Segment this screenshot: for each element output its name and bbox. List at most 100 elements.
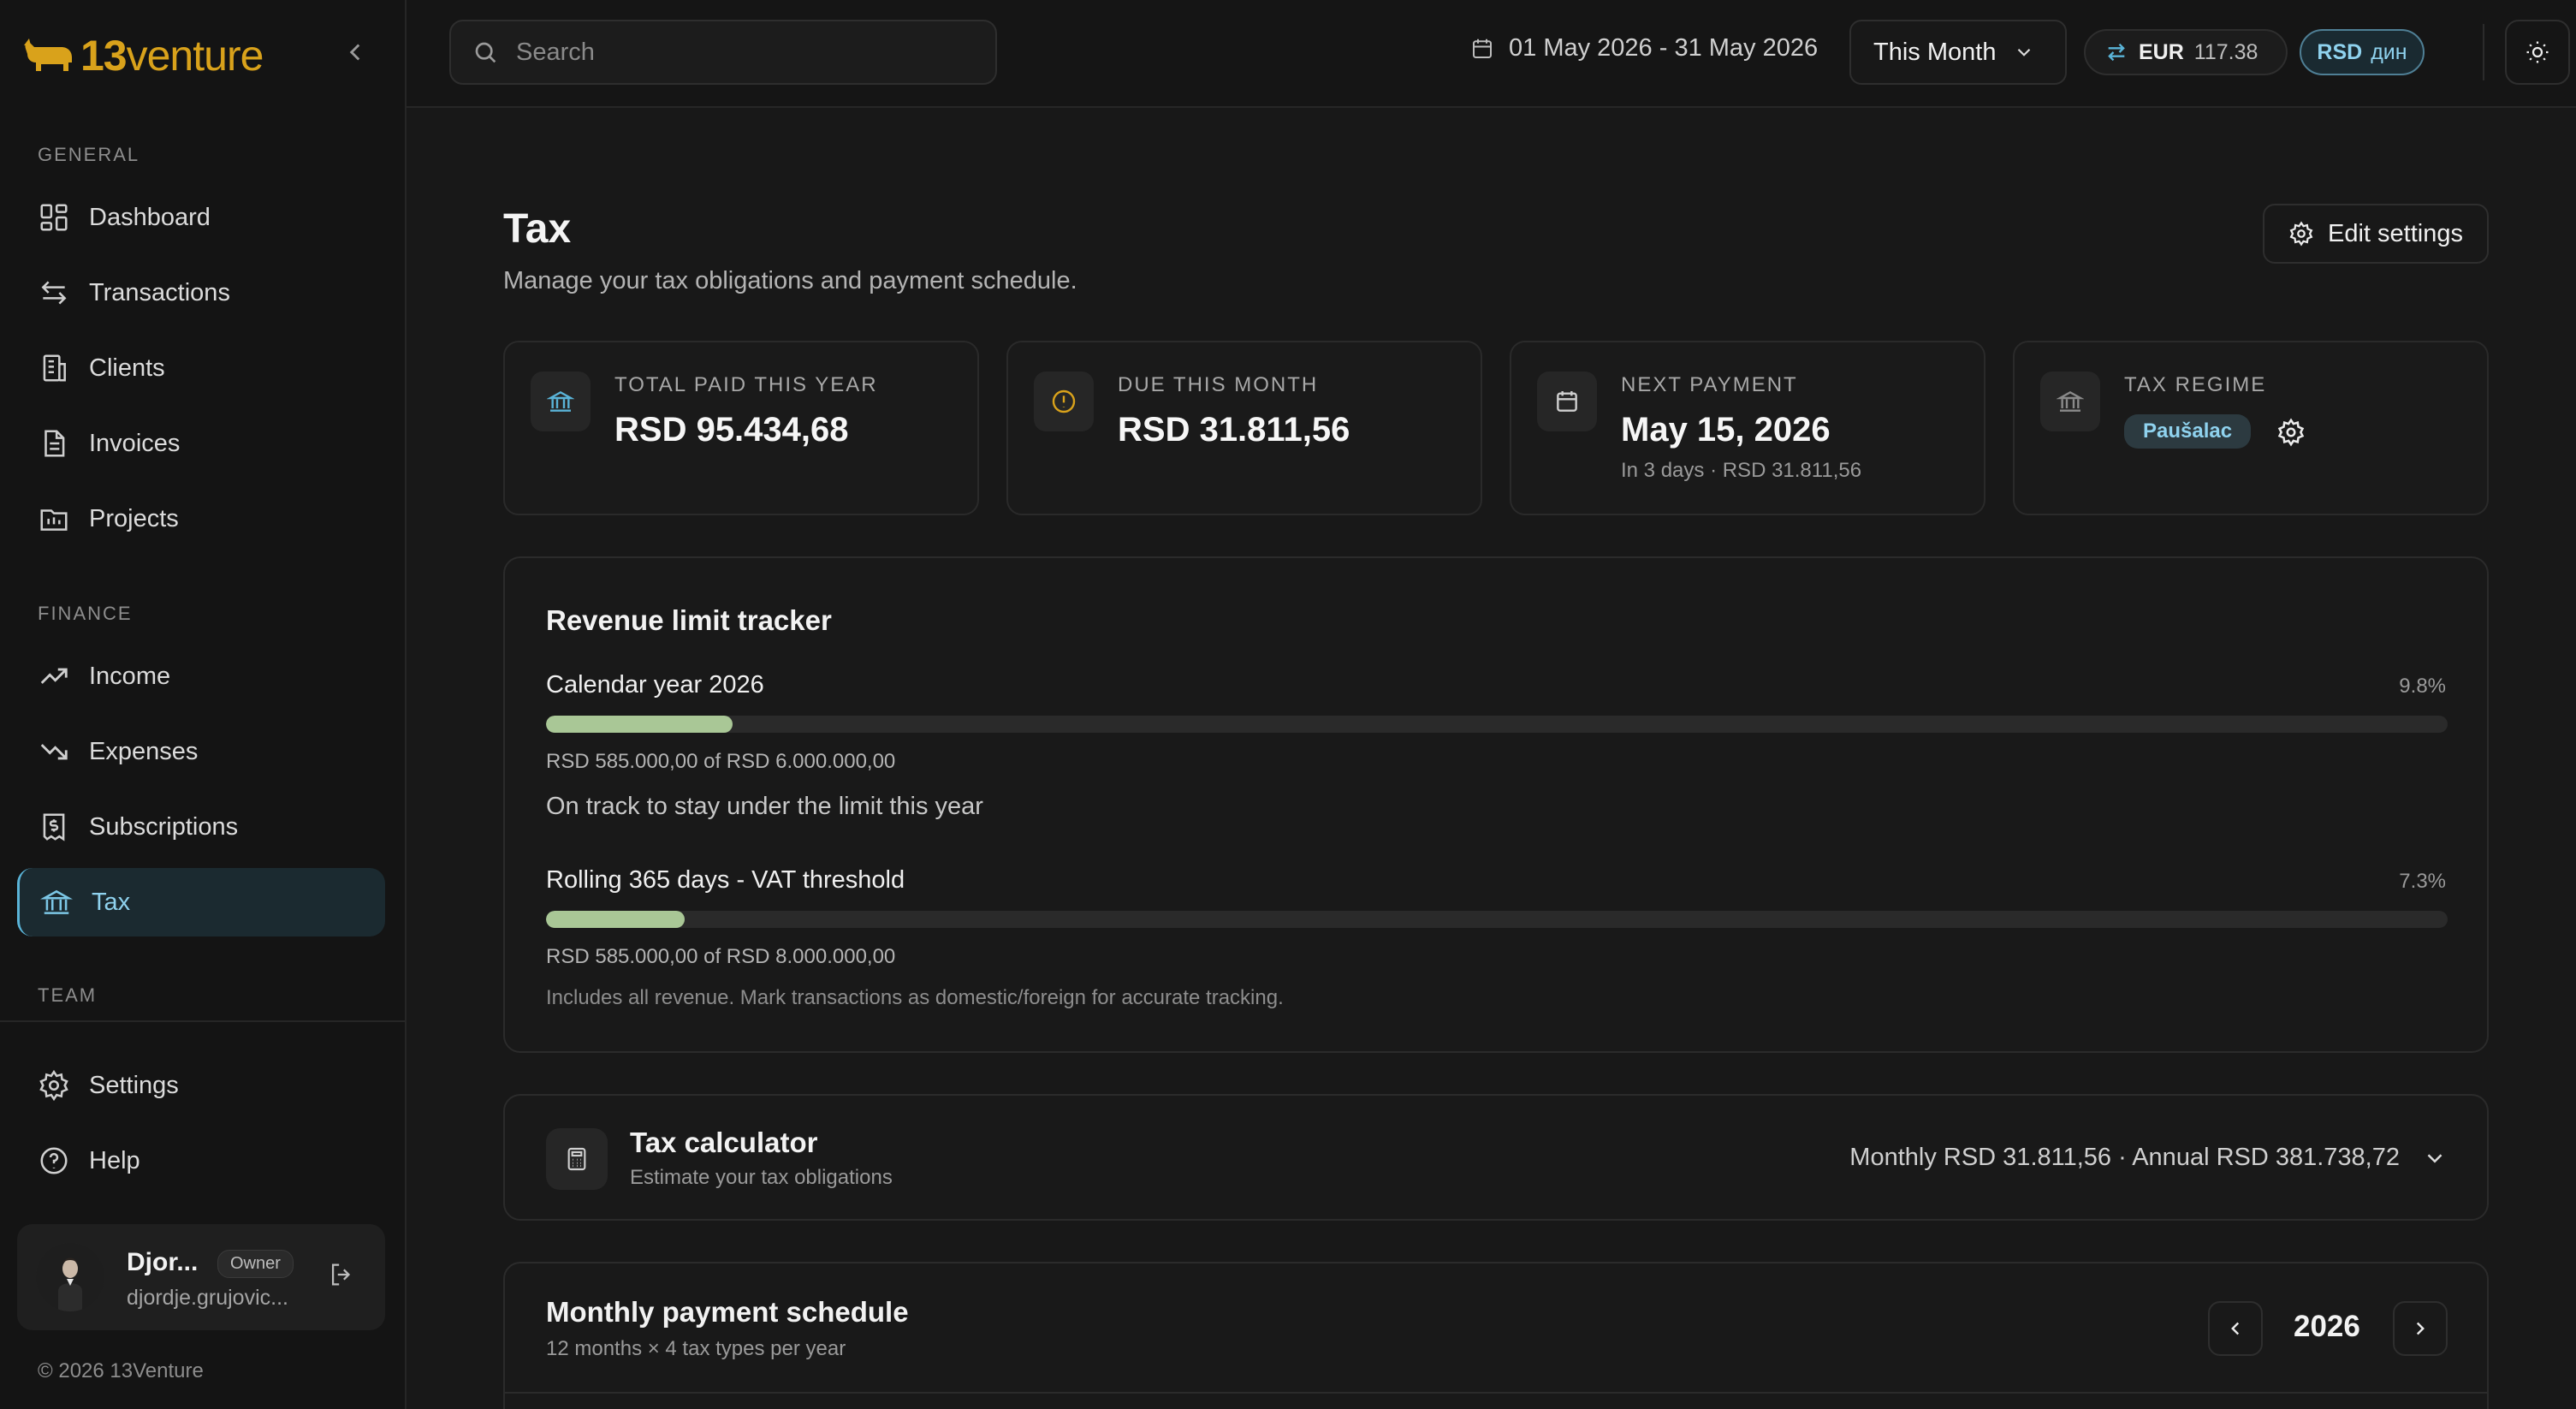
- next-year-button[interactable]: [2393, 1301, 2448, 1356]
- nav-section-general: GENERAL: [38, 144, 140, 165]
- sidebar-item-tax[interactable]: Tax: [17, 868, 385, 936]
- calculator-summary: Monthly RSD 31.811,56 · Annual RSD 381.7…: [1849, 1144, 2400, 1171]
- fx-rate: 117.38: [2193, 39, 2258, 64]
- edit-settings-label: Edit settings: [2328, 219, 2463, 247]
- revenue-limit-tracker: Revenue limit tracker Calendar year 2026…: [503, 556, 2489, 1053]
- period-value: This Month: [1873, 38, 1997, 66]
- sidebar-item-help[interactable]: Help: [17, 1127, 385, 1195]
- income-icon: [40, 668, 68, 684]
- stat-value: RSD 31.811,56: [1118, 411, 1350, 449]
- sidebar-item-label: Expenses: [89, 737, 199, 765]
- copyright: © 2026 13Venture: [38, 1359, 204, 1382]
- currency-toggle[interactable]: RSD дин: [2300, 29, 2425, 75]
- sidebar-item-subscriptions[interactable]: Subscriptions: [17, 793, 385, 861]
- sidebar-item-transactions[interactable]: Transactions: [17, 259, 385, 327]
- page-subtitle: Manage your tax obligations and payment …: [503, 267, 1077, 294]
- user-card[interactable]: Djor... Owner djordje.grujovic...: [17, 1224, 385, 1330]
- rolling-365-progress: [546, 911, 2448, 928]
- alert-circle-icon: [1052, 389, 1076, 413]
- stat-value: RSD 95.434,68: [614, 411, 849, 449]
- nav-section-finance: FINANCE: [38, 603, 133, 624]
- tracker-title: Revenue limit tracker: [546, 604, 832, 636]
- stat-label: TOTAL PAID THIS YEAR: [614, 373, 878, 396]
- avatar: [36, 1243, 104, 1311]
- sidebar-item-label: Clients: [89, 354, 165, 382]
- sidebar-item-dashboard[interactable]: Dashboard: [17, 183, 385, 252]
- rolling-365-percent: 7.3%: [2399, 870, 2446, 893]
- monthly-payment-schedule: Monthly payment schedule 12 months × 4 t…: [503, 1262, 2489, 1409]
- regime-settings-button[interactable]: [2276, 418, 2306, 447]
- dashboard-icon: [40, 204, 68, 231]
- currency-symbol: дин: [2371, 39, 2407, 64]
- projects-icon: [40, 509, 68, 531]
- calendar-year-percent: 9.8%: [2399, 675, 2446, 698]
- logo[interactable]: 13venture: [22, 31, 264, 80]
- date-range-picker[interactable]: 01 May 2026 - 31 May 2026: [1469, 34, 1818, 62]
- fx-code: EUR: [2139, 39, 2184, 64]
- sidebar: 13venture GENERAL Dashboard Transactions…: [0, 0, 407, 1409]
- gear-icon: [2289, 221, 2313, 247]
- chevron-down-icon[interactable]: [2422, 1145, 2448, 1171]
- sidebar-item-income[interactable]: Income: [17, 642, 385, 710]
- stat-value: May 15, 2026: [1621, 411, 1831, 449]
- regime-badge: Paušalac: [2124, 414, 2252, 449]
- sidebar-divider: [0, 1020, 407, 1022]
- rolling-365-amount: RSD 585.000,00 of RSD 8.000.000,00: [546, 945, 896, 968]
- sun-icon: [2526, 41, 2549, 63]
- gear-icon: [2277, 418, 2305, 447]
- search-input[interactable]: [516, 38, 961, 67]
- sidebar-item-clients[interactable]: Clients: [17, 334, 385, 402]
- date-range-text: 01 May 2026 - 31 May 2026: [1509, 34, 1819, 62]
- sidebar-item-label: Projects: [89, 504, 179, 532]
- sidebar-item-projects[interactable]: Projects: [17, 485, 385, 553]
- theme-toggle-button[interactable]: [2505, 20, 2570, 85]
- stat-icon: [1537, 372, 1597, 431]
- logo-text: 13venture: [80, 31, 264, 80]
- sidebar-item-label: Settings: [89, 1071, 179, 1099]
- gear-icon: [39, 1069, 68, 1102]
- search-box[interactable]: [449, 20, 997, 85]
- rolling-365-note: Includes all revenue. Mark transactions …: [546, 986, 1284, 1009]
- exchange-icon: [2108, 43, 2125, 62]
- bank-icon: [547, 390, 574, 412]
- currency-code: RSD: [2317, 39, 2363, 64]
- sidebar-item-settings[interactable]: Settings: [17, 1051, 385, 1120]
- calculator-subtitle: Estimate your tax obligations: [630, 1166, 893, 1189]
- stat-card-total-paid: TOTAL PAID THIS YEAR RSD 95.434,68: [503, 341, 979, 515]
- schedule-subtitle: 12 months × 4 tax types per year: [546, 1337, 846, 1360]
- stat-icon: [531, 372, 591, 431]
- logout-icon: [331, 1263, 351, 1286]
- logout-button[interactable]: [327, 1260, 361, 1294]
- nav-section-team: TEAM: [38, 984, 98, 1006]
- tax-calculator[interactable]: Tax calculator Estimate your tax obligat…: [503, 1094, 2489, 1221]
- logo-word: venture: [126, 32, 264, 80]
- chevron-down-icon: [2018, 48, 2031, 56]
- rolling-365-label: Rolling 365 days - VAT threshold: [546, 866, 905, 894]
- chevron-left-icon: [349, 44, 360, 61]
- collapse-sidebar-button[interactable]: [341, 38, 370, 67]
- chevron-left-icon: [2231, 1322, 2240, 1335]
- topbar: 01 May 2026 - 31 May 2026 This Month EUR…: [407, 0, 2576, 108]
- schedule-title: Monthly payment schedule: [546, 1296, 909, 1328]
- subscriptions-icon: [43, 813, 65, 841]
- period-select[interactable]: This Month: [1849, 20, 2067, 85]
- expenses-icon: [40, 744, 68, 760]
- schedule-year: 2026: [2294, 1310, 2360, 1343]
- rolling-365-progress-fill: [546, 911, 686, 928]
- stat-label: TAX REGIME: [2124, 373, 2267, 396]
- exchange-rate-pill[interactable]: EUR 117.38: [2084, 29, 2288, 75]
- calendar-icon: [1557, 391, 1577, 412]
- calendar-year-progress: [546, 716, 2448, 733]
- sidebar-item-invoices[interactable]: Invoices: [17, 409, 385, 478]
- stat-label: DUE THIS MONTH: [1118, 373, 1319, 396]
- sidebar-item-expenses[interactable]: Expenses: [17, 717, 385, 786]
- page-title: Tax: [503, 206, 572, 252]
- stat-label: NEXT PAYMENT: [1621, 373, 1798, 396]
- schedule-divider: [505, 1392, 2487, 1394]
- edit-settings-button[interactable]: Edit settings: [2263, 204, 2489, 264]
- chevron-right-icon: [2416, 1322, 2425, 1335]
- user-email: djordje.grujovic...: [127, 1286, 288, 1310]
- previous-year-button[interactable]: [2208, 1301, 2263, 1356]
- calendar-year-message: On track to stay under the limit this ye…: [546, 793, 983, 820]
- calendar-year-amount: RSD 585.000,00 of RSD 6.000.000,00: [546, 750, 896, 773]
